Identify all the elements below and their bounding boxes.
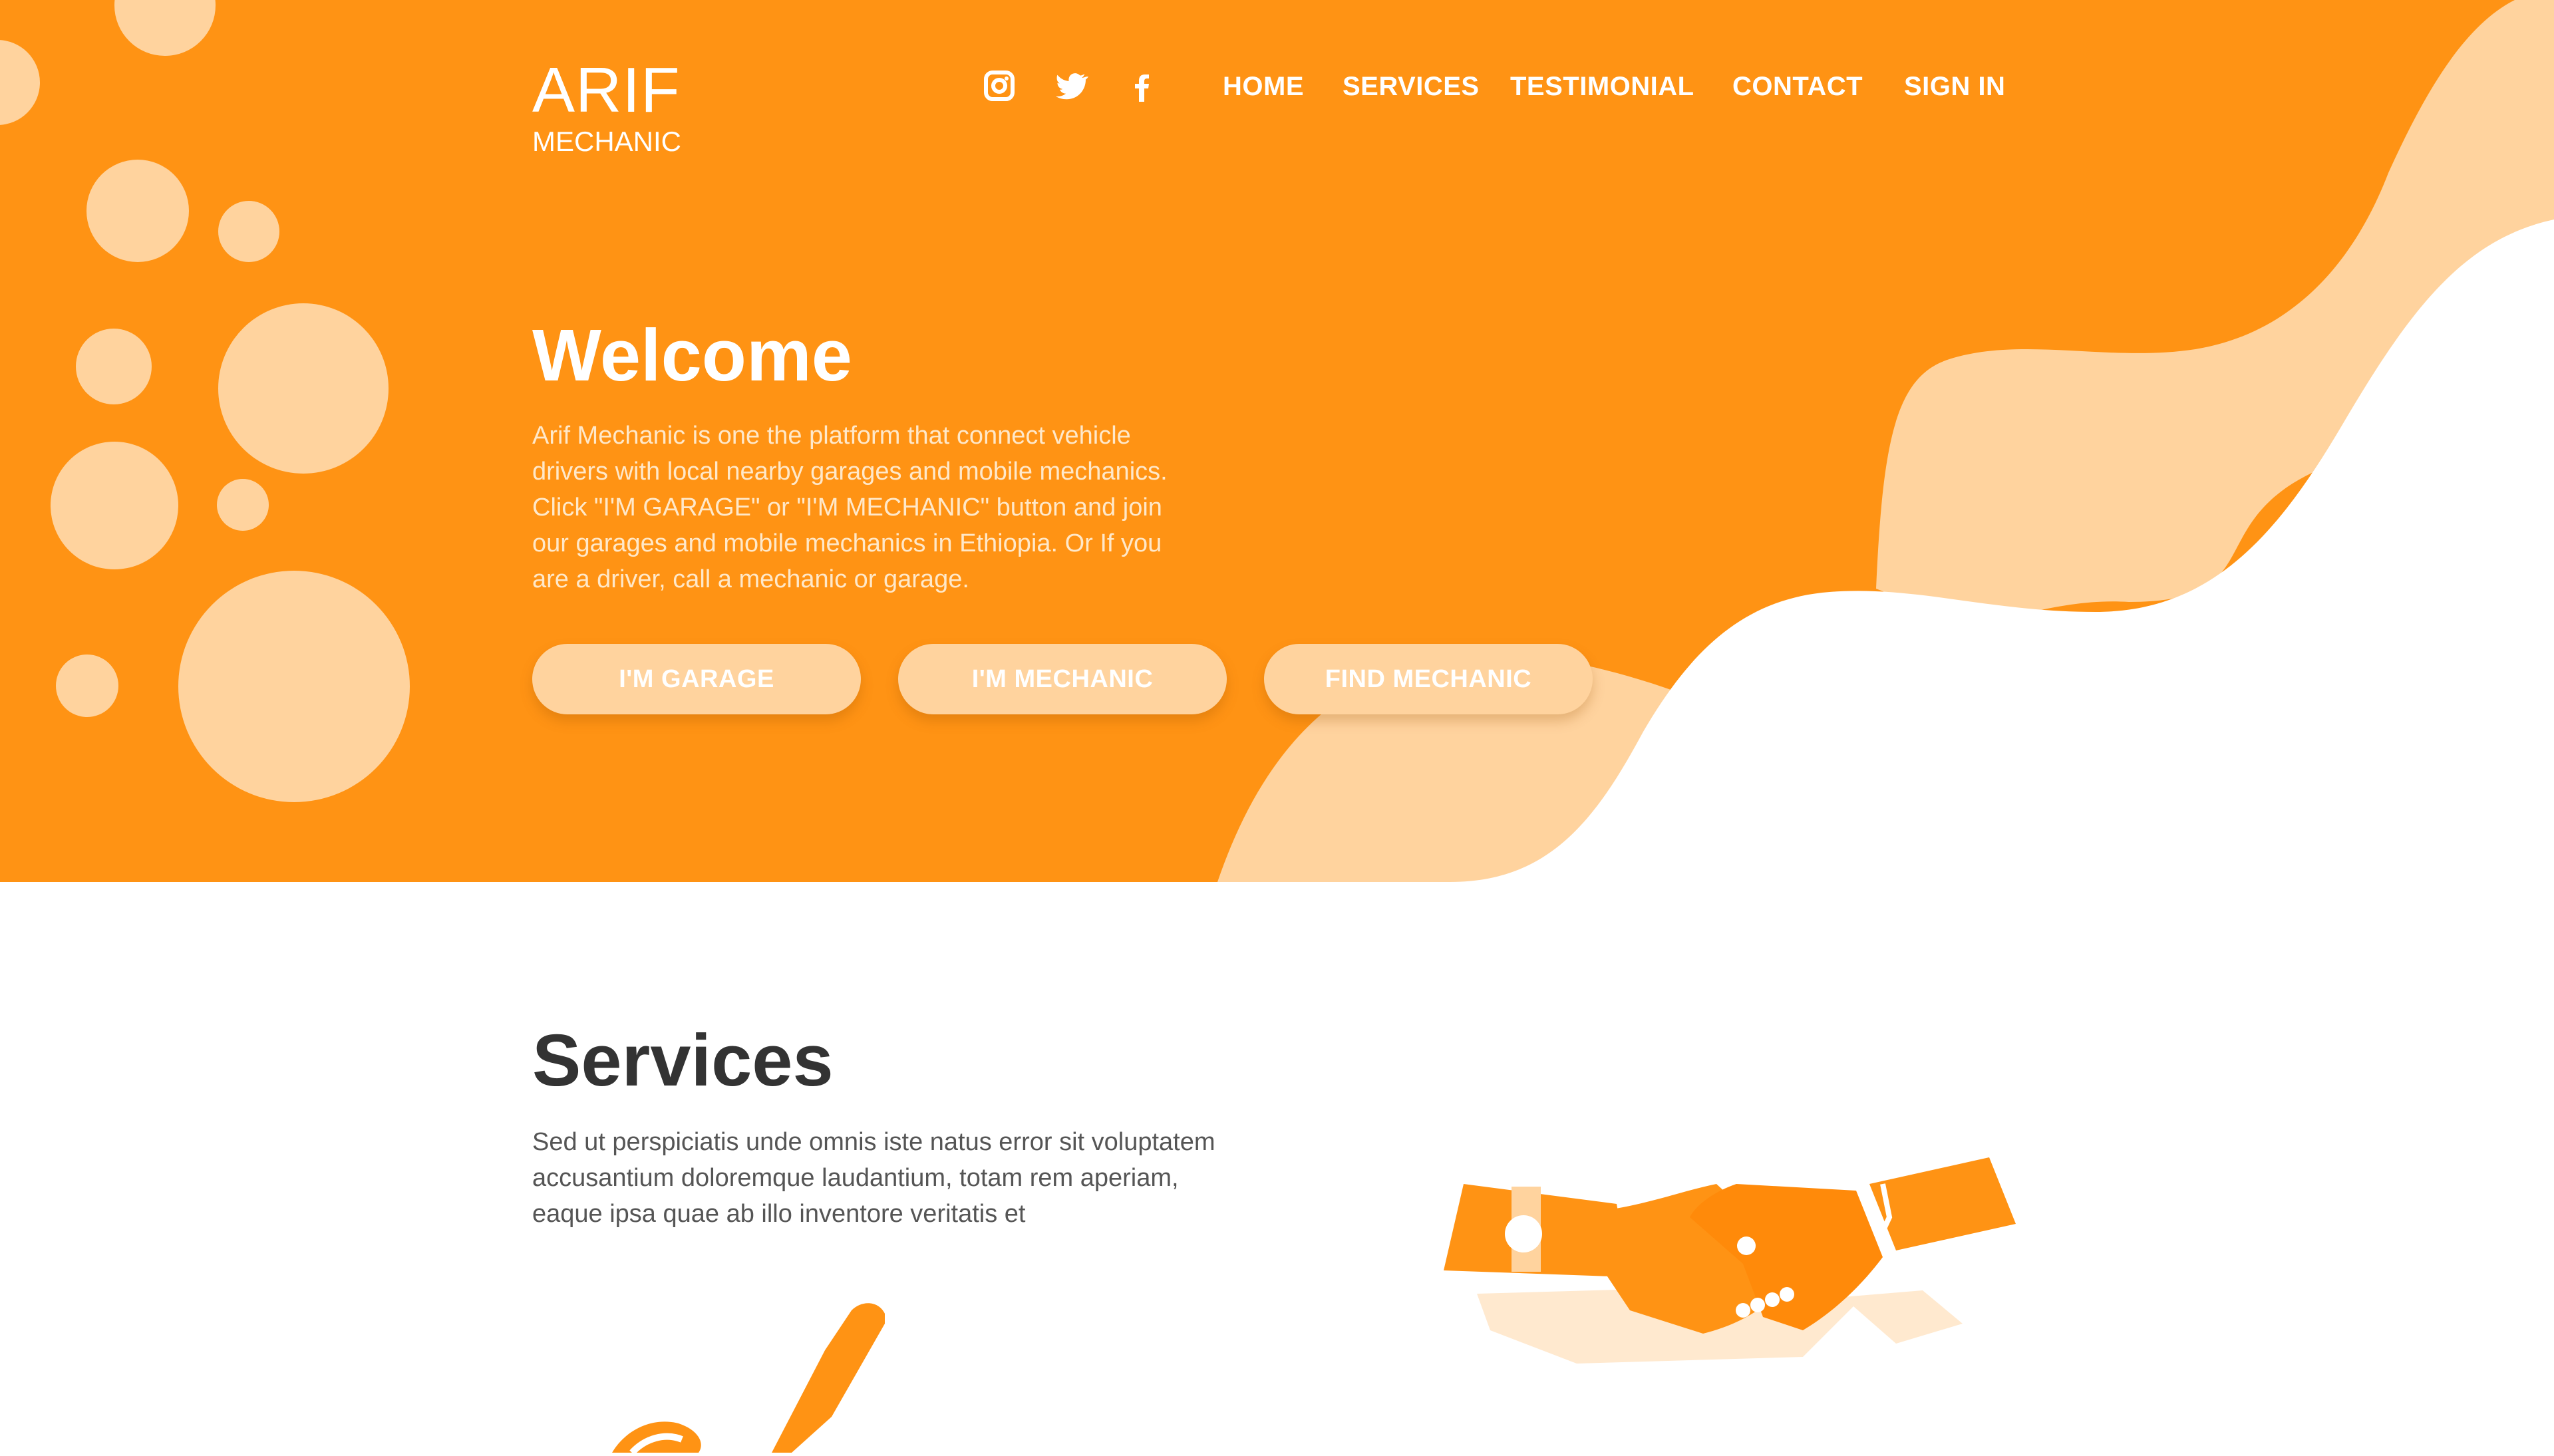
nav-home[interactable]: HOME bbox=[1223, 72, 1304, 102]
decor-dot bbox=[178, 571, 410, 802]
handshake-illustration bbox=[1430, 1144, 2016, 1374]
instagram-icon[interactable] bbox=[983, 70, 1021, 107]
hero-section bbox=[0, 0, 2554, 882]
decor-dot bbox=[56, 655, 118, 717]
decor-dot bbox=[218, 303, 389, 474]
decor-dot bbox=[217, 479, 269, 531]
wrench-illustration bbox=[585, 1297, 918, 1456]
decor-dot bbox=[86, 160, 189, 262]
decor-dot bbox=[76, 329, 152, 404]
nav-contact[interactable]: CONTACT bbox=[1732, 72, 1863, 102]
services-description: Sed ut perspiciatis unde omnis iste natu… bbox=[532, 1128, 1215, 1228]
facebook-icon[interactable] bbox=[1127, 70, 1164, 107]
brand-subtitle: MECHANIC bbox=[532, 126, 682, 157]
nav-sign-in[interactable]: SIGN IN bbox=[1904, 72, 2005, 102]
decor-dot bbox=[51, 442, 178, 569]
services-title: Services bbox=[532, 1020, 834, 1101]
nav-testimonial[interactable]: TESTIMONIAL bbox=[1510, 72, 1694, 102]
brand-logo[interactable]: ARIF MECHANIC bbox=[532, 59, 681, 157]
find-mechanic-button[interactable]: FIND MECHANIC bbox=[1264, 644, 1593, 714]
im-mechanic-button[interactable]: I'M MECHANIC bbox=[898, 644, 1227, 714]
hero-title: Welcome bbox=[532, 315, 852, 396]
im-garage-button[interactable]: I'M GARAGE bbox=[532, 644, 861, 714]
nav-services[interactable]: SERVICES bbox=[1343, 72, 1480, 102]
twitter-icon[interactable] bbox=[1055, 70, 1092, 107]
decor-dot bbox=[218, 201, 279, 262]
brand-name: ARIF bbox=[532, 55, 681, 126]
hero-description: Arif Mechanic is one the platform that c… bbox=[532, 422, 1168, 593]
